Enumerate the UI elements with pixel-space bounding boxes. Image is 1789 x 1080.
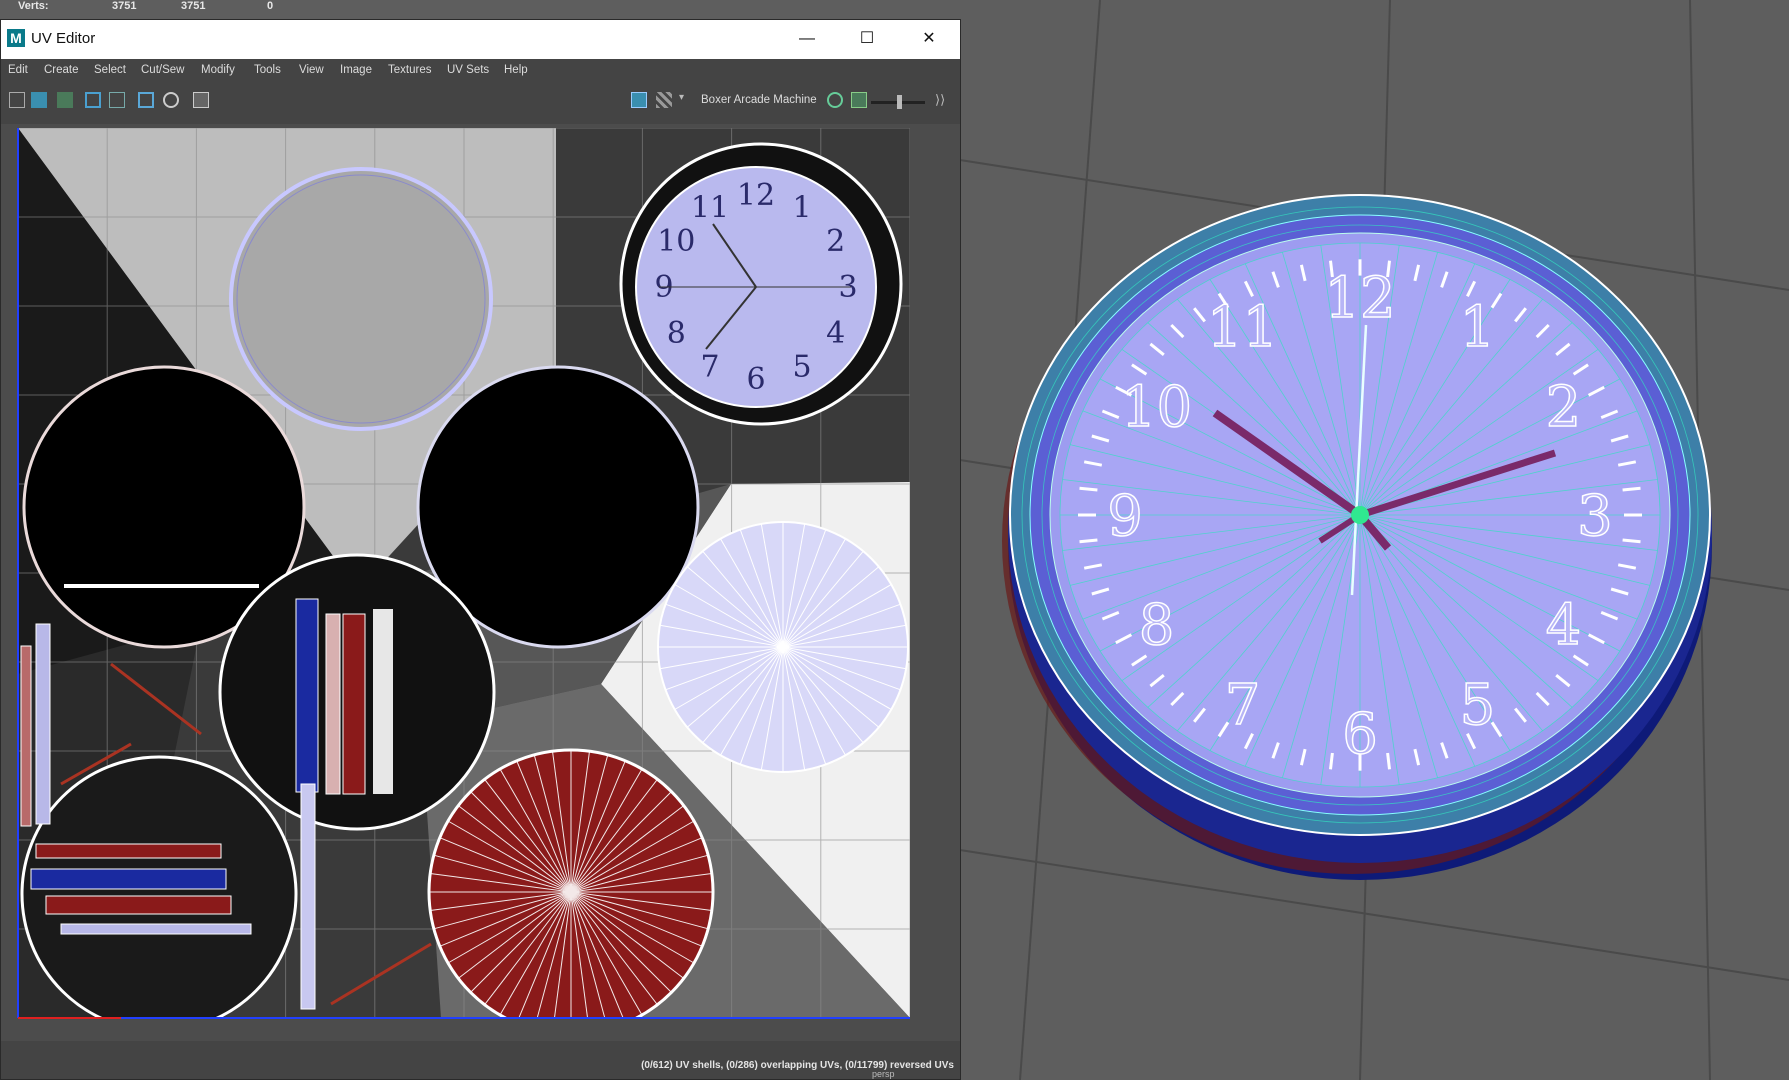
viewport-hud: Verts: 3751 3751 0 [0,0,1789,14]
clock-numeral-3d: 6 [1342,702,1378,767]
display-image-icon[interactable] [631,92,647,108]
uv-clock-numeral: 8 [667,316,686,351]
menu-create[interactable]: Create [44,64,79,76]
menu-select[interactable]: Select [94,64,126,76]
clock-numeral-3d: 8 [1139,593,1175,658]
clock-numeral-3d: 4 [1546,593,1582,658]
verts-value-b: 3751 [181,0,206,12]
grid-display-icon[interactable] [85,92,101,108]
uv-clock-numeral: 10 [657,224,695,259]
texture-name[interactable]: Boxer Arcade Machine [701,94,817,106]
menu-tools[interactable]: Tools [254,64,281,76]
checker-icon[interactable] [656,92,672,108]
uv-clock-numeral: 5 [792,350,811,385]
close-button[interactable]: ✕ [906,24,952,54]
clock-numeral-3d: 10 [1121,375,1192,440]
uv-clock-numeral: 6 [746,362,765,397]
menu-image[interactable]: Image [340,64,372,76]
clock-numeral-3d: 3 [1577,484,1613,549]
menu-help[interactable]: Help [504,64,528,76]
uv-clock-numeral: 4 [826,316,845,351]
minimize-button[interactable]: — [784,24,830,54]
uv-clock-numeral: 1 [792,190,811,225]
menu-cut-sew[interactable]: Cut/Sew [141,64,184,76]
menu-modify[interactable]: Modify [201,64,235,76]
uv-shell-icon[interactable] [9,92,25,108]
verts-value-c: 0 [267,0,274,12]
menu-uv-sets[interactable]: UV Sets [447,64,489,76]
menu-edit[interactable]: Edit [8,64,28,76]
globe-icon[interactable] [827,92,843,108]
uv-clock-numeral: 12 [737,178,775,213]
clock-numeral-3d: 2 [1546,375,1582,440]
texture-toggle-icon[interactable] [31,92,47,108]
menu-textures[interactable]: Textures [388,64,431,76]
clock-numeral-3d: 12 [1324,266,1395,331]
toolbar-expand-icon[interactable]: ⟩⟩ [935,92,949,108]
slider-handle[interactable] [897,95,902,109]
image-exposure-icon[interactable] [851,92,867,108]
uv-texture-canvas[interactable]: 12 1234567891011 [1,124,960,1041]
uv-clock-numeral: 7 [700,350,719,385]
verts-value-a: 3751 [112,0,137,12]
exposure-slider[interactable] [871,95,925,109]
uv-clock-numeral: 2 [826,224,845,259]
clock-numeral-3d: 7 [1225,673,1261,738]
viewport-camera-label: persp [872,1069,895,1079]
menu-view[interactable]: View [299,64,324,76]
status-bar: (0/612) UV shells, (0/286) overlapping U… [1,1053,960,1079]
uv-editor-window: M UV Editor — ☐ ✕ Edit Create Select Cut… [0,19,961,1080]
pixel-snap-icon[interactable] [109,92,125,108]
maya-app-icon: M [7,29,25,47]
maximize-button[interactable]: ☐ [844,24,890,54]
clock-numeral-3d: 11 [1207,295,1278,360]
window-title: UV Editor [31,30,96,47]
clock-numeral-3d: 1 [1460,295,1496,360]
checker-toggle-icon[interactable] [138,92,154,108]
title-bar[interactable]: M UV Editor — ☐ ✕ [1,20,960,59]
camera-snapshot-icon[interactable] [193,92,209,108]
menu-bar: Edit Create Select Cut/Sew Modify Tools … [1,59,960,83]
verts-label: Verts: [18,0,49,12]
clock-3d-model: 12 12 3 45 6 78 9 1011 [1002,194,1712,880]
clock-numeral-3d: 5 [1460,673,1496,738]
image-display-icon[interactable] [57,92,73,108]
shaded-uv-icon[interactable] [163,92,179,108]
chevron-down-icon[interactable]: ▾ [679,92,687,108]
clock-numeral-3d: 9 [1107,484,1143,549]
uv-status-text: (0/612) UV shells, (0/286) overlapping U… [641,1060,954,1071]
uv-toolbar: ▾ Boxer Arcade Machine ⟩⟩ [1,83,960,119]
uv-clock-numeral: 11 [691,190,729,225]
